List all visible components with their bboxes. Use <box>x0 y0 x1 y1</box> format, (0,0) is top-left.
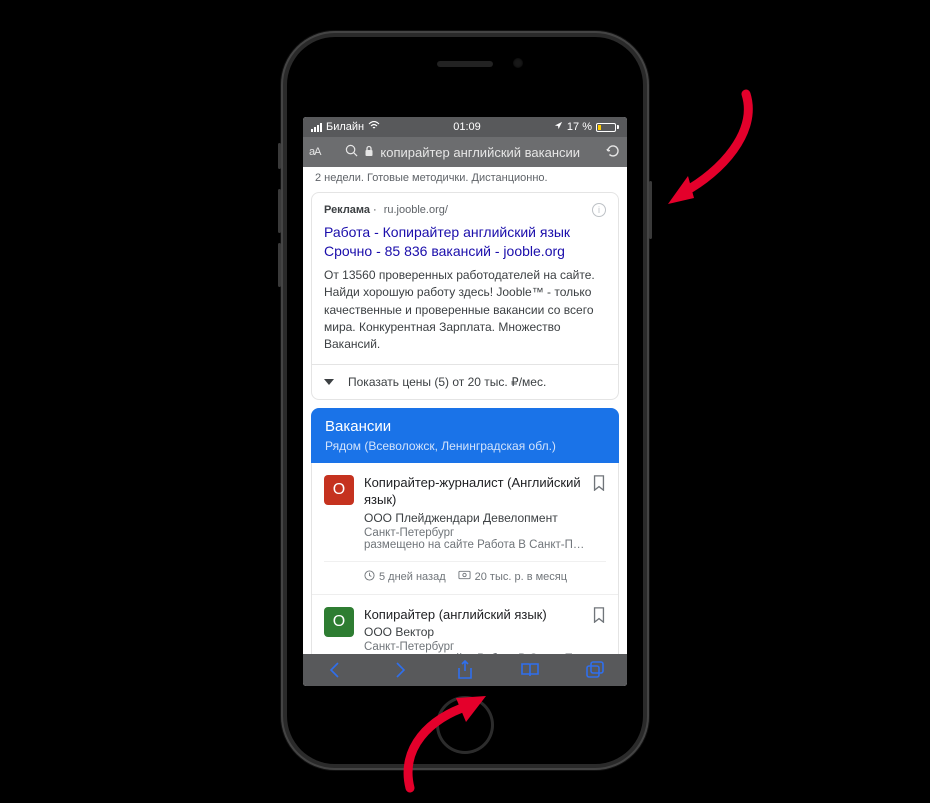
mute-switch[interactable] <box>278 143 281 169</box>
job-title: Копирайтер (английский язык) <box>364 607 606 624</box>
job-location: Санкт-Петербург <box>364 641 606 653</box>
annotation-arrow-power <box>666 82 766 217</box>
address-bar[interactable]: аА копирайтер английский вакансии <box>303 137 627 167</box>
jobs-list: О Копирайтер-журналист (Английский язык)… <box>311 463 619 654</box>
url-text: копирайтер английский вакансии <box>380 145 580 160</box>
tabs-button[interactable] <box>584 659 606 681</box>
job-logo: О <box>324 607 354 637</box>
battery-percent: 17 % <box>567 121 592 133</box>
speaker-grill <box>437 61 493 67</box>
jobs-title: Вакансии <box>325 418 605 435</box>
ad-prices-expand[interactable]: Показать цены (5) от 20 тыс. ₽/мес. <box>312 364 618 399</box>
ad-title[interactable]: Работа - Копирайтер английский язык Сроч… <box>312 221 618 267</box>
screen: Билайн 01:09 17 % аА <box>303 117 627 686</box>
volume-down-button[interactable] <box>278 243 281 287</box>
ad-prices-label: Показать цены (5) от 20 тыс. ₽/мес. <box>348 375 546 389</box>
prev-result-snippet: 2 недели. Готовые методички. Дистанционн… <box>303 167 627 192</box>
job-source: размещено на сайте Работа В Санкт-П… <box>364 653 606 654</box>
ad-description: От 13560 проверенных работодателей на са… <box>312 267 618 364</box>
job-company: ООО Вектор <box>364 625 606 639</box>
front-camera <box>513 58 523 68</box>
volume-up-button[interactable] <box>278 189 281 233</box>
ad-domain: ru.jooble.org/ <box>384 204 448 216</box>
salary-icon <box>458 570 471 583</box>
job-item[interactable]: О Копирайтер (английский язык) ООО Векто… <box>312 594 618 654</box>
job-location: Санкт-Петербург <box>364 527 606 539</box>
bookmark-button[interactable] <box>592 607 606 623</box>
carrier-label: Билайн <box>326 121 364 133</box>
share-button[interactable] <box>454 659 476 681</box>
bookmark-button[interactable] <box>592 475 606 491</box>
job-source: размещено на сайте Работа В Санкт-П… <box>364 539 606 551</box>
forward-button[interactable] <box>389 659 411 681</box>
search-icon <box>345 144 358 160</box>
job-item[interactable]: О Копирайтер-журналист (Английский язык)… <box>312 463 618 594</box>
phone-frame: Билайн 01:09 17 % аА <box>281 31 649 770</box>
job-title: Копирайтер-журналист (Английский язык) <box>364 475 606 509</box>
job-company: ООО Плейджендари Девелопмент <box>364 511 606 525</box>
ad-info-icon[interactable]: i <box>592 203 606 217</box>
power-button[interactable] <box>649 181 652 239</box>
job-age: 5 дней назад <box>379 571 446 583</box>
annotation-arrow-home <box>390 688 500 803</box>
ad-badge: Реклама <box>324 204 370 216</box>
signal-icon <box>311 123 322 132</box>
reload-button[interactable] <box>605 143 621 162</box>
location-icon <box>554 121 563 133</box>
back-button[interactable] <box>324 659 346 681</box>
job-salary: 20 тыс. р. в месяц <box>475 571 567 583</box>
search-results[interactable]: 2 недели. Готовые методички. Дистанционн… <box>303 167 627 654</box>
chevron-down-icon <box>324 379 334 385</box>
safari-toolbar <box>303 654 627 686</box>
lock-icon <box>364 145 374 160</box>
battery-icon <box>596 123 619 132</box>
clock-icon <box>364 570 375 584</box>
ad-card[interactable]: Реклама · ru.jooble.org/ i Работа - Копи… <box>311 192 619 400</box>
text-size-button[interactable]: аА <box>309 146 320 158</box>
jobs-header[interactable]: Вакансии Рядом (Всеволожск, Ленинградска… <box>311 408 619 463</box>
jobs-subtitle: Рядом (Всеволожск, Ленинградская обл.) <box>325 439 605 453</box>
clock: 01:09 <box>453 121 481 133</box>
bookmarks-button[interactable] <box>519 659 541 681</box>
wifi-icon <box>368 121 380 133</box>
job-logo: О <box>324 475 354 505</box>
status-bar: Билайн 01:09 17 % <box>303 117 627 137</box>
